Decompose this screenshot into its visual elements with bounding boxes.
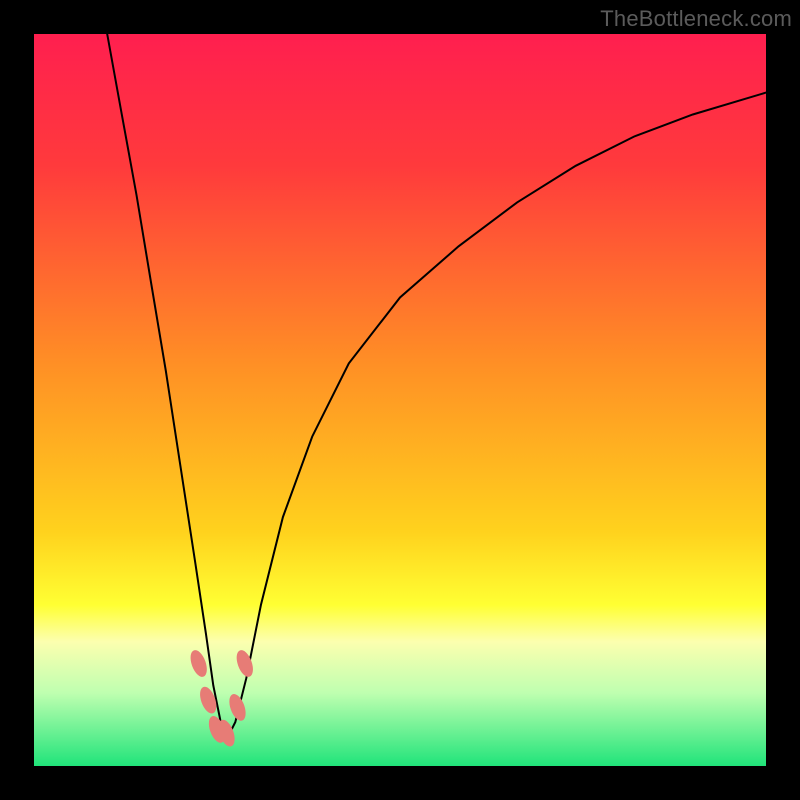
curve-marker [226,692,249,723]
chart-overlay [34,34,766,766]
curve-marker [233,648,256,679]
bottleneck-curve [107,34,766,737]
chart-frame: TheBottleneck.com [0,0,800,800]
watermark-text: TheBottleneck.com [600,6,792,32]
curve-marker [187,648,210,679]
marker-group [187,648,256,749]
